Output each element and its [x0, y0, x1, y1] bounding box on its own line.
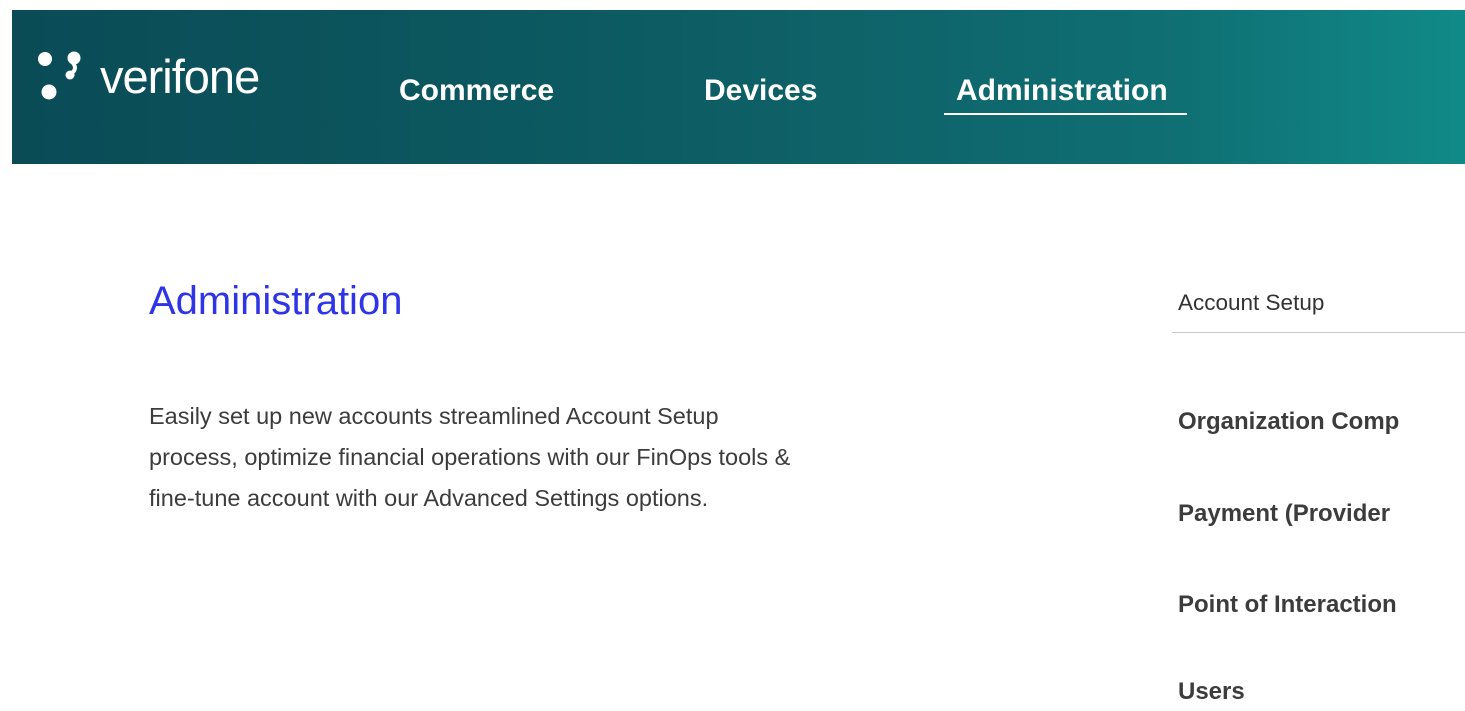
- page-title: Administration: [149, 279, 403, 323]
- link-point-of-interaction[interactable]: Point of Interaction: [1178, 593, 1397, 617]
- link-payment-provider[interactable]: Payment (Provider: [1178, 502, 1390, 526]
- active-tab-underline: [944, 113, 1187, 115]
- tab-commerce[interactable]: Commerce: [399, 76, 554, 106]
- account-setup-panel: Account Setup Organization Comp Payment …: [1172, 0, 1465, 711]
- link-users[interactable]: Users: [1178, 680, 1245, 704]
- description-line: process, optimize financial operations w…: [149, 444, 791, 470]
- page-description: Easily set up new accounts streamlined A…: [149, 396, 1049, 519]
- description-line: Easily set up new accounts streamlined A…: [149, 403, 719, 429]
- tab-devices[interactable]: Devices: [704, 76, 817, 106]
- description-line: fine-tune account with our Advanced Sett…: [149, 485, 709, 511]
- account-setup-heading: Account Setup: [1178, 290, 1325, 315]
- tab-administration[interactable]: Administration: [956, 76, 1168, 106]
- link-organization-company[interactable]: Organization Comp: [1178, 410, 1399, 434]
- heading-divider: [1172, 332, 1465, 333]
